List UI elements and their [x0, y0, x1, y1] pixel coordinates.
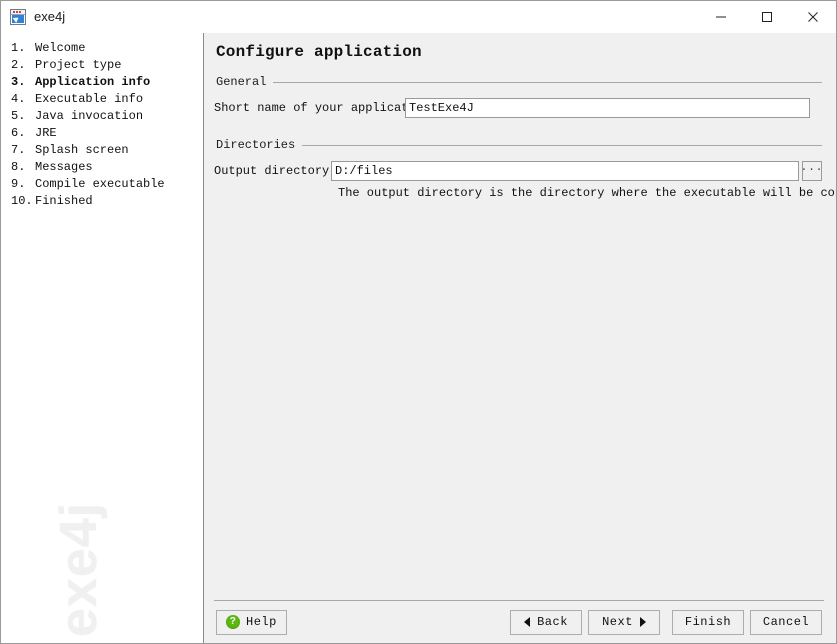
sidebar-item-label: Application info	[35, 75, 151, 89]
sidebar-item-number: 7.	[11, 143, 26, 157]
sidebar-item-executable-info[interactable]: 4. Executable info	[1, 92, 203, 109]
sidebar-item-java-invocation[interactable]: 5. Java invocation	[1, 109, 203, 126]
sidebar-item-jre[interactable]: 6. JRE	[1, 126, 203, 143]
wizard-step-list: 1. Welcome 2. Project type 3. Applicatio…	[1, 33, 203, 211]
sidebar-item-label: Compile executable	[35, 177, 165, 191]
cancel-button[interactable]: Cancel	[750, 609, 822, 635]
app-icon-dot	[19, 11, 21, 13]
directories-group-header: Directories	[214, 138, 822, 152]
content-panel: Configure application General Short name…	[204, 33, 836, 643]
next-button-label: Next	[602, 615, 633, 629]
sidebar-item-label: Messages	[35, 160, 93, 174]
content-scroll-area: Configure application General Short name…	[204, 33, 836, 600]
sidebar-item-label: Welcome	[35, 41, 86, 55]
help-button-label: Help	[246, 615, 277, 629]
short-name-row: Short name of your application:	[214, 98, 822, 118]
short-name-label: Short name of your application:	[214, 101, 438, 115]
sidebar-item-number: 2.	[11, 58, 26, 72]
window-title: exe4j	[34, 9, 66, 24]
sidebar-item-label: Java invocation	[35, 109, 144, 123]
sidebar-item-project-type[interactable]: 2. Project type	[1, 58, 203, 75]
general-group-rule	[273, 81, 822, 83]
sidebar-item-number: 6.	[11, 126, 26, 140]
title-bar: exe4j	[1, 1, 836, 33]
output-directory-hint: The output directory is the directory wh…	[338, 186, 836, 200]
general-group-header: General	[214, 75, 822, 89]
sidebar-item-number: 10.	[11, 194, 33, 208]
sidebar-item-label: Project type	[35, 58, 122, 72]
general-group-label: General	[216, 75, 267, 89]
browse-directory-button[interactable]: ...	[801, 161, 822, 181]
help-button[interactable]: ? Help	[216, 609, 287, 635]
exe4j-watermark: exe4j	[50, 501, 108, 637]
output-directory-row: Output directory: ...	[214, 161, 822, 181]
window-controls	[698, 1, 836, 33]
output-directory-input[interactable]	[331, 161, 799, 181]
close-icon[interactable]	[790, 1, 836, 33]
sidebar-item-number: 1.	[11, 41, 26, 55]
sidebar-item-application-info[interactable]: 3. Application info	[1, 75, 203, 92]
directories-group-label: Directories	[216, 138, 296, 152]
sidebar-item-label: Splash screen	[35, 143, 129, 157]
maximize-icon[interactable]	[744, 1, 790, 33]
sidebar-item-messages[interactable]: 8. Messages	[1, 160, 203, 177]
sidebar-item-label: Finished	[35, 194, 93, 208]
sidebar-item-number: 5.	[11, 109, 26, 123]
directories-group-rule	[302, 144, 822, 146]
sidebar-item-number: 3.	[11, 75, 26, 89]
minimize-icon[interactable]	[698, 1, 744, 33]
app-icon-dot	[13, 11, 15, 13]
sidebar-item-splash-screen[interactable]: 7. Splash screen	[1, 143, 203, 160]
wizard-button-bar: ? Help Back Next Finish Cancel	[204, 601, 836, 643]
app-icon-dot	[16, 11, 18, 13]
sidebar-item-number: 9.	[11, 177, 26, 191]
sidebar-item-welcome[interactable]: 1. Welcome	[1, 41, 203, 58]
window-body: 1. Welcome 2. Project type 3. Applicatio…	[1, 33, 836, 643]
sidebar-item-label: Executable info	[35, 92, 144, 106]
output-directory-label: Output directory:	[214, 164, 337, 178]
exe4j-wizard-window: exe4j 1. Welcome 2. Project type 3. Appl…	[0, 0, 837, 644]
next-button[interactable]: Next	[588, 609, 660, 635]
exe4j-app-icon	[10, 9, 26, 25]
sidebar-item-label: JRE	[35, 126, 57, 140]
sidebar-item-finished[interactable]: 10. Finished	[1, 194, 203, 211]
finish-button[interactable]: Finish	[672, 609, 744, 635]
help-icon: ?	[226, 615, 240, 629]
arrow-right-icon	[639, 617, 646, 627]
arrow-left-icon	[524, 617, 531, 627]
sidebar-item-compile-executable[interactable]: 9. Compile executable	[1, 177, 203, 194]
sidebar-item-number: 8.	[11, 160, 26, 174]
wizard-step-sidebar: 1. Welcome 2. Project type 3. Applicatio…	[1, 33, 204, 643]
page-title: Configure application	[216, 43, 422, 61]
back-button-label: Back	[537, 615, 568, 629]
short-name-input[interactable]	[405, 98, 810, 118]
back-button[interactable]: Back	[510, 609, 582, 635]
sidebar-item-number: 4.	[11, 92, 26, 106]
